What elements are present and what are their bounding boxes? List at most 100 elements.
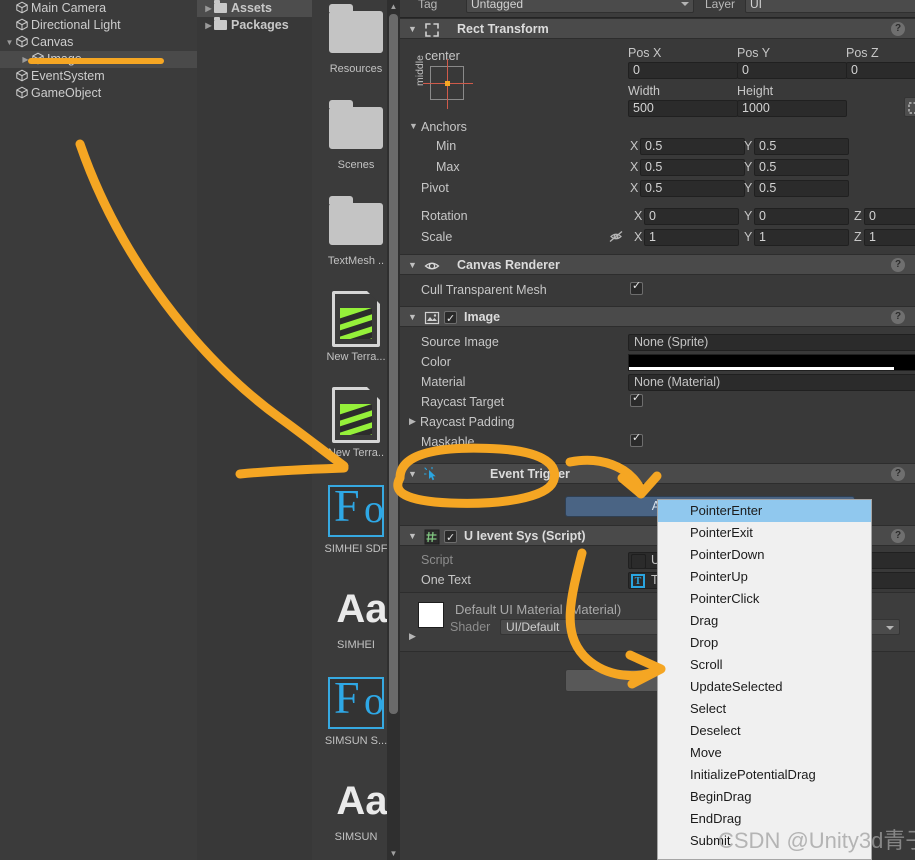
dropdown-item-scroll[interactable]: Scroll [658, 654, 871, 676]
event-type-dropdown-menu[interactable]: PointerEnter PointerExit PointerDown Pointe… [657, 499, 872, 860]
rotation-y-value: 0 [759, 209, 766, 223]
dropdown-item-drag[interactable]: Drag [658, 610, 871, 632]
canvas-renderer-header[interactable]: ▼ Canvas Renderer ? [400, 254, 915, 275]
one-text-label: One Text [421, 573, 471, 587]
dropdown-item-initializepotentialdrag[interactable]: InitializePotentialDrag [658, 764, 871, 786]
dropdown-item-pointerdown[interactable]: PointerDown [658, 544, 871, 566]
blueprint-mode-button[interactable] [904, 97, 915, 117]
anchor-min-x-field[interactable]: 0.5 [640, 138, 745, 155]
anchor-max-y-field[interactable]: 0.5 [754, 159, 849, 176]
gameobject-icon [15, 1, 29, 14]
event-trigger-header[interactable]: ▼ Event Trigger ? [400, 463, 915, 484]
raycast-padding-foldout-icon[interactable]: ▶ [409, 416, 416, 427]
terrain-asset-icon [327, 289, 385, 347]
dropdown-item-move[interactable]: Move [658, 742, 871, 764]
help-icon[interactable]: ? [891, 258, 905, 272]
foldout-open-icon[interactable]: ▼ [408, 255, 417, 276]
chevron-down-icon [886, 626, 894, 630]
help-icon[interactable]: ? [891, 467, 905, 481]
dropdown-item-begindrag[interactable]: BeginDrag [658, 786, 871, 808]
dropdown-item-pointerclick[interactable]: PointerClick [658, 588, 871, 610]
layer-dropdown[interactable]: UI [745, 0, 915, 13]
source-image-field[interactable]: None (Sprite) [628, 334, 915, 351]
foldout-open-icon[interactable]: ▼ [408, 19, 417, 40]
pivot-y-field[interactable]: 0.5 [754, 180, 849, 197]
material-value: None (Material) [634, 375, 721, 389]
maskable-checkbox[interactable] [630, 431, 643, 447]
ui-event-sys-enabled-checkbox[interactable] [444, 528, 457, 549]
help-icon[interactable]: ? [891, 310, 905, 324]
scrollbar-thumb[interactable] [389, 14, 398, 714]
image-component-header[interactable]: ▼ Image ? [400, 306, 915, 330]
dropdown-item-pointerexit[interactable]: PointerExit [658, 522, 871, 544]
image-enabled-checkbox[interactable] [444, 309, 457, 330]
foldout-open-icon[interactable]: ▼ [408, 464, 417, 485]
scroll-up-icon[interactable]: ▲ [389, 1, 398, 12]
cull-transparent-mesh-label: Cull Transparent Mesh [421, 283, 547, 297]
hierarchy-item-eventsystem[interactable]: ▶EventSystem [0, 68, 197, 85]
scale-z-field[interactable]: 1 [864, 229, 915, 246]
pos-x-label: Pos X [628, 46, 662, 60]
dropdown-item-updateselected[interactable]: UpdateSelected [658, 676, 871, 698]
rotation-z-field[interactable]: 0 [864, 208, 915, 225]
width-field[interactable]: 500 [628, 100, 738, 117]
rotation-x-field[interactable]: 0 [644, 208, 739, 225]
pivot-x-field[interactable]: 0.5 [640, 180, 745, 197]
scale-x-field[interactable]: 1 [644, 229, 739, 246]
color-swatch-field[interactable] [628, 354, 915, 371]
pos-z-field[interactable]: 0 [846, 62, 915, 79]
asset-label: SIMSUN S... [324, 735, 388, 747]
material-field[interactable]: None (Material) [628, 374, 915, 391]
anchor-center-dot [445, 81, 450, 86]
project-tree-item-assets[interactable]: ▶ Assets [197, 0, 312, 17]
height-field[interactable]: 1000 [737, 100, 847, 117]
material-foldout-icon[interactable]: ▶ [409, 631, 416, 642]
dropdown-item-select[interactable]: Select [658, 698, 871, 720]
foldout-closed-icon[interactable]: ▶ [203, 17, 214, 34]
anchors-foldout-icon[interactable]: ▼ [409, 121, 418, 131]
hierarchy-item-gameobject[interactable]: ▶GameObject [0, 85, 197, 102]
foldout-open-icon[interactable]: ▼ [408, 526, 417, 547]
scale-x-axis-label: X [634, 230, 643, 244]
dropdown-item-pointerup[interactable]: PointerUp [658, 566, 871, 588]
foldout-closed-icon[interactable]: ▶ [203, 0, 214, 17]
rotation-y-field[interactable]: 0 [754, 208, 849, 225]
dropdown-item-deselect[interactable]: Deselect [658, 720, 871, 742]
rotation-label: Rotation [421, 209, 468, 223]
pivot-x-axis-label: X [630, 181, 639, 195]
scroll-down-icon[interactable]: ▼ [389, 848, 398, 859]
pos-y-field[interactable]: 0 [737, 62, 847, 79]
dropdown-item-pointerenter[interactable]: PointerEnter [658, 500, 871, 522]
pos-x-field[interactable]: 0 [628, 62, 738, 79]
layer-label: Layer [705, 0, 736, 11]
tag-dropdown[interactable]: Untagged [466, 0, 694, 13]
text-component-icon: T [631, 574, 645, 588]
project-grid-scrollbar[interactable]: ▲ ▼ [387, 0, 400, 860]
script-asset-icon [631, 554, 646, 568]
tag-value: Untagged [471, 0, 524, 11]
rect-transform-header[interactable]: ▼ Rect Transform ? [400, 18, 915, 39]
raycast-target-checkbox[interactable] [630, 391, 643, 407]
anchor-preset-widget[interactable] [423, 59, 473, 109]
hierarchy-item-directional-light[interactable]: ▶Directional Light [0, 17, 197, 34]
cull-transparent-mesh-checkbox[interactable] [630, 279, 643, 295]
help-icon[interactable]: ? [891, 529, 905, 543]
pos-z-label: Pos Z [846, 46, 879, 60]
anchor-min-y-field[interactable]: 0.5 [754, 138, 849, 155]
scale-y-field[interactable]: 1 [754, 229, 849, 246]
hierarchy-item-canvas[interactable]: ▼ Canvas [0, 34, 197, 51]
foldout-open-icon[interactable]: ▼ [408, 307, 417, 328]
font-asset-icon: Fo [327, 673, 385, 731]
terrain-asset-icon [327, 385, 385, 443]
foldout-open-icon[interactable]: ▼ [4, 34, 15, 51]
scale-link-off-icon[interactable] [608, 230, 624, 246]
pivot-y-axis-label: Y [744, 181, 753, 195]
hierarchy-item-main-camera[interactable]: ▶Main Camera [0, 0, 197, 17]
anchor-max-label: Max [436, 160, 460, 174]
help-icon[interactable]: ? [891, 22, 905, 36]
anchor-max-x-field[interactable]: 0.5 [640, 159, 745, 176]
dropdown-item-drop[interactable]: Drop [658, 632, 871, 654]
project-tree-item-packages[interactable]: ▶ Packages [197, 17, 312, 34]
max-y-axis-label: Y [744, 160, 753, 174]
folder-icon [327, 193, 385, 251]
